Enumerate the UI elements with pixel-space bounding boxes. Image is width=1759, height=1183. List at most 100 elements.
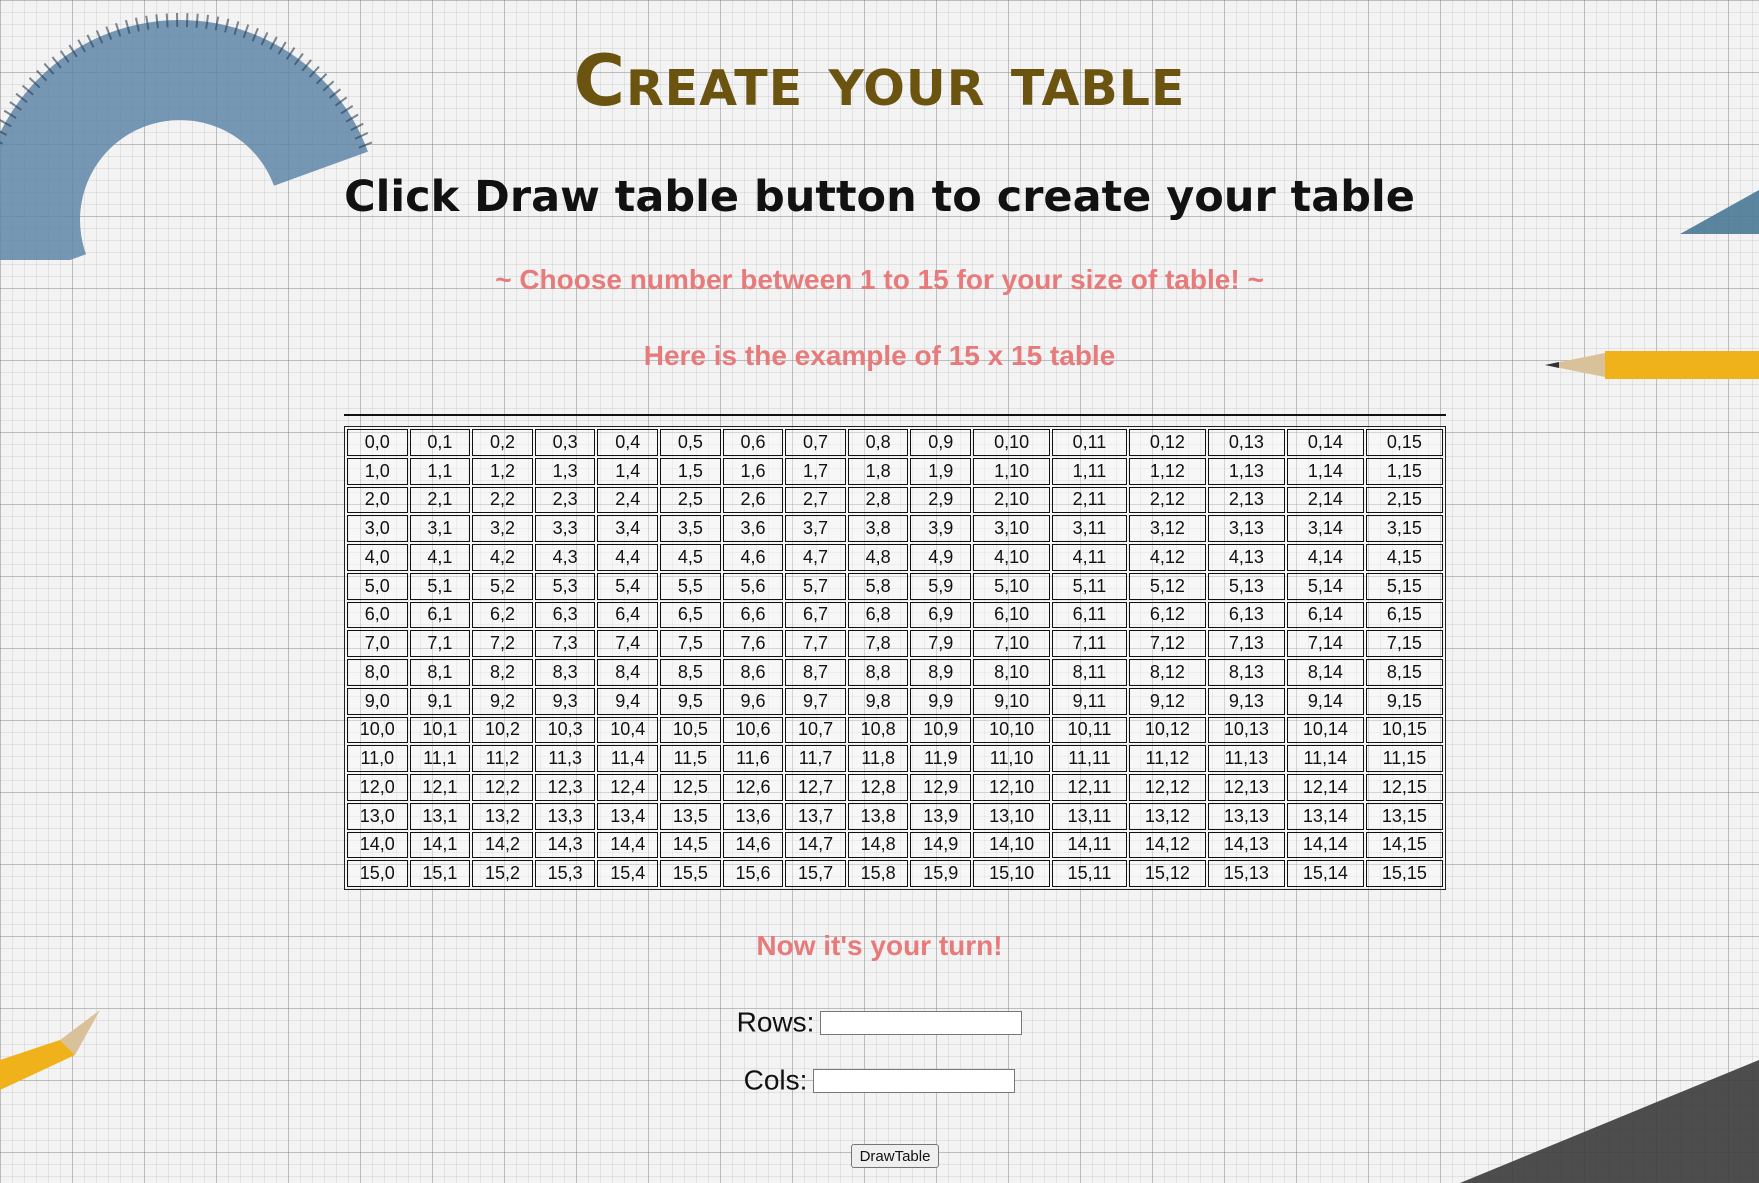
table-cell: 5,13	[1207, 572, 1285, 600]
table-cell: 1,6	[722, 457, 784, 485]
table-cell: 8,9	[910, 659, 972, 686]
table-cell: 9,14	[1286, 687, 1364, 715]
table-cell: 14,1	[409, 831, 471, 859]
table-cell: 15,15	[1365, 860, 1443, 887]
table-cell: 13,2	[472, 802, 533, 830]
table-row: 7,0 7,1 7,2 7,3 7,4 7,5 7,6 7,7 7,8 7,9 7,10 7,11 7,…	[347, 630, 1443, 657]
table-cell: 2,0	[347, 486, 408, 514]
table-cell: 7,6	[722, 630, 784, 657]
table-cell: 5,1	[409, 572, 471, 600]
table-row: 3,0 3,1 3,2 3,3 3,4 3,5 3,6 3,7 3,8 3,9 3,10 3,11 3,…	[347, 515, 1443, 542]
table-cell: 1,2	[472, 457, 533, 485]
table-cell: 6,1	[409, 601, 471, 629]
rows-input[interactable]	[820, 1010, 1023, 1035]
table-cell: 9,12	[1128, 687, 1206, 715]
table-cell: 13,1	[409, 802, 471, 830]
table-cell: 11,7	[785, 745, 846, 772]
table-cell: 8,0	[347, 659, 408, 686]
table-cell: 2,4	[597, 486, 659, 514]
table-cell: 4,0	[347, 544, 408, 571]
table-cell: 7,15	[1365, 630, 1443, 657]
table-cell: 12,8	[847, 774, 909, 801]
table-cell: 9,8	[847, 687, 909, 715]
table-cell: 1,7	[785, 457, 846, 485]
table-cell: 12,10	[973, 774, 1051, 801]
table-cell: 6,9	[910, 601, 972, 629]
table-cell: 11,15	[1365, 745, 1443, 772]
table-cell: 11,13	[1207, 745, 1285, 772]
table-cell: 14,11	[1052, 831, 1127, 859]
table-cell: 11,4	[597, 745, 659, 772]
table-cell: 5,0	[347, 572, 408, 600]
table-cell: 7,11	[1052, 630, 1127, 657]
table-cell: 14,15	[1365, 831, 1443, 859]
table-cell: 15,0	[347, 860, 408, 887]
table-cell: 13,8	[847, 802, 909, 830]
table-cell: 13,12	[1128, 802, 1206, 830]
example-table: 0,0 0,1 0,2 0,3 0,4 0,5 0,6 0,7 0,8 0,9 0,10 0,11 0,…	[344, 426, 1446, 890]
table-cell: 10,0	[347, 716, 408, 744]
table-cell: 4,3	[534, 544, 596, 571]
table-cell: 11,6	[722, 745, 784, 772]
table-cell: 6,12	[1128, 601, 1206, 629]
table-cell: 14,5	[660, 831, 721, 859]
table-cell: 10,15	[1365, 716, 1443, 744]
rows-label: Rows:	[736, 1006, 815, 1038]
table-cell: 12,2	[472, 774, 533, 801]
example-hint: Here is the example of 15 x 15 table	[643, 340, 1116, 371]
table-cell: 3,14	[1286, 515, 1364, 542]
table-cell: 13,3	[534, 802, 596, 830]
table-cell: 0,7	[785, 429, 846, 456]
table-cell: 5,3	[534, 572, 596, 600]
table-cell: 7,12	[1128, 630, 1206, 657]
table-cell: 15,11	[1052, 860, 1127, 887]
table-cell: 12,11	[1052, 774, 1127, 801]
table-cell: 2,7	[785, 486, 846, 514]
table-cell: 0,6	[722, 429, 784, 456]
table-cell: 2,9	[910, 486, 972, 514]
table-cell: 9,3	[534, 687, 596, 715]
cols-input[interactable]	[813, 1068, 1016, 1093]
draw-table-button[interactable]: DrawTable	[851, 1144, 939, 1168]
table-cell: 7,3	[534, 630, 596, 657]
table-cell: 8,13	[1207, 659, 1285, 686]
table-cell: 11,14	[1286, 745, 1364, 772]
table-cell: 14,12	[1128, 831, 1206, 859]
table-cell: 0,14	[1286, 429, 1364, 456]
table-cell: 0,11	[1052, 429, 1127, 456]
table-cell: 11,9	[910, 745, 972, 772]
table-cell: 15,10	[973, 860, 1051, 887]
example-table-body: 0,0 0,1 0,2 0,3 0,4 0,5 0,6 0,7 0,8 0,9 0,10 0,11 0,…	[347, 429, 1443, 887]
table-cell: 10,4	[597, 716, 659, 744]
table-cell: 8,1	[409, 659, 471, 686]
table-cell: 13,14	[1286, 802, 1364, 830]
table-row: 5,0 5,1 5,2 5,3 5,4 5,5 5,6 5,7 5,8 5,9 5,10 5,11 5,…	[347, 572, 1443, 600]
table-cell: 1,3	[534, 457, 596, 485]
table-cell: 7,8	[847, 630, 909, 657]
table-cell: 7,1	[409, 630, 471, 657]
table-cell: 8,3	[534, 659, 596, 686]
table-cell: 4,9	[910, 544, 972, 571]
rows-field-group: Rows:	[0, 1005, 1759, 1039]
table-cell: 8,14	[1286, 659, 1364, 686]
table-cell: 6,2	[472, 601, 533, 629]
table-cell: 3,6	[722, 515, 784, 542]
table-cell: 0,9	[910, 429, 972, 456]
table-cell: 3,13	[1207, 515, 1285, 542]
table-cell: 7,5	[660, 630, 721, 657]
table-cell: 10,5	[660, 716, 721, 744]
table-cell: 10,12	[1128, 716, 1206, 744]
divider	[344, 414, 1446, 416]
table-cell: 1,8	[847, 457, 909, 485]
table-cell: 9,5	[660, 687, 721, 715]
table-cell: 4,6	[722, 544, 784, 571]
table-cell: 2,10	[973, 486, 1051, 514]
table-cell: 8,15	[1365, 659, 1443, 686]
table-cell: 12,9	[910, 774, 972, 801]
table-cell: 0,5	[660, 429, 721, 456]
table-cell: 2,13	[1207, 486, 1285, 514]
table-cell: 10,7	[785, 716, 846, 744]
table-cell: 15,2	[472, 860, 533, 887]
table-cell: 1,13	[1207, 457, 1285, 485]
table-cell: 4,12	[1128, 544, 1206, 571]
